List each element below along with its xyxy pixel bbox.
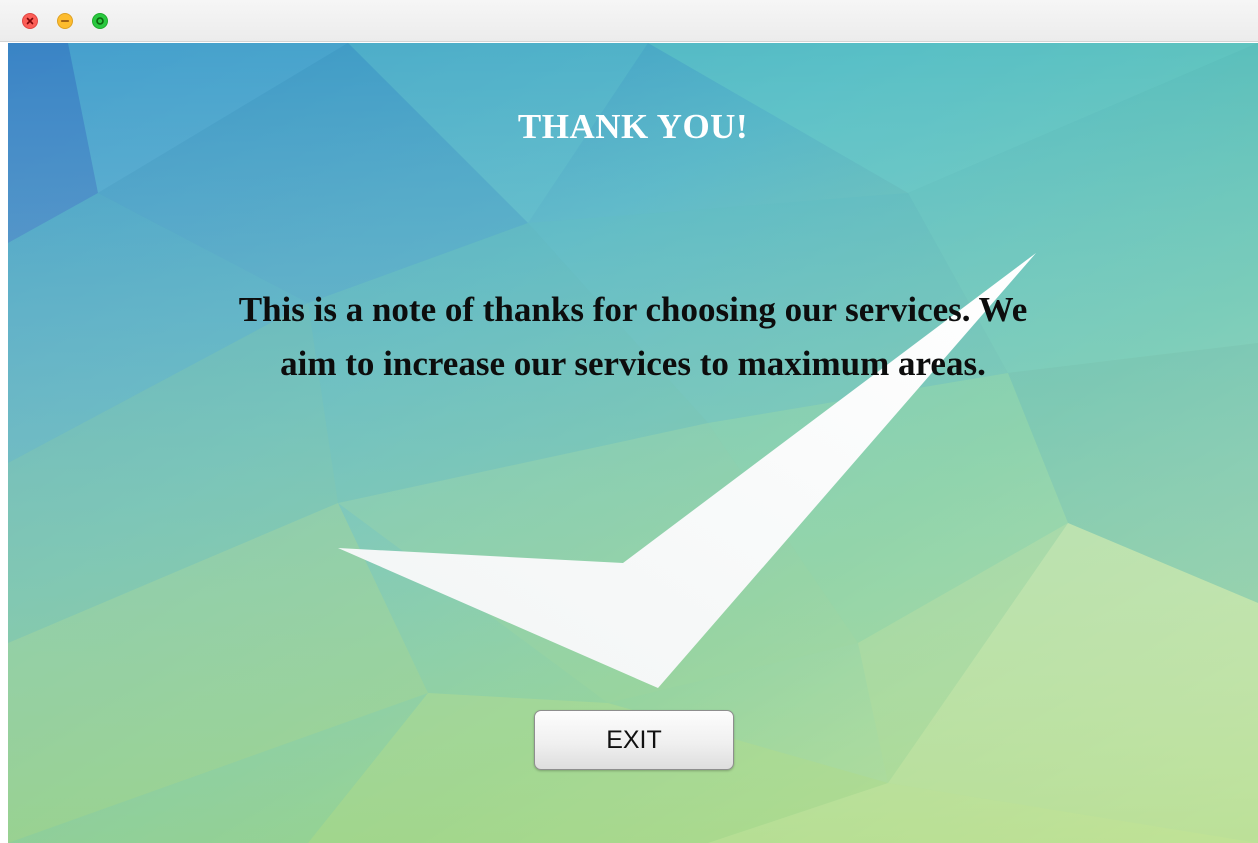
thank-you-panel: THANK YOU! This is a note of thanks for … <box>8 43 1258 843</box>
close-icon <box>26 17 34 25</box>
page-title: THANK YOU! <box>517 107 749 146</box>
thank-you-message: This is a note of thanks for choosing ou… <box>238 290 1028 383</box>
fullscreen-icon <box>96 17 104 25</box>
close-window-button[interactable] <box>22 13 38 29</box>
minimize-icon <box>60 20 70 22</box>
exit-button[interactable]: EXIT <box>534 710 734 770</box>
maximize-window-button[interactable] <box>92 13 108 29</box>
app-window: THANK YOU! This is a note of thanks for … <box>0 0 1258 843</box>
minimize-window-button[interactable] <box>57 13 73 29</box>
title-bar <box>0 0 1258 42</box>
